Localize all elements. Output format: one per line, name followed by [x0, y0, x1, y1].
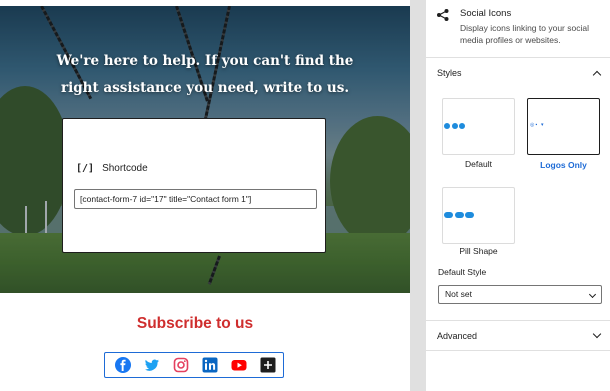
chevron-down-icon — [592, 329, 602, 339]
default-style-value: Not set — [445, 289, 472, 299]
editor-canvas: We're here to help. If you can't find th… — [0, 0, 410, 391]
style-preview-default — [444, 123, 465, 129]
block-card: Social Icons Display icons linking to yo… — [426, 0, 610, 58]
style-preview-pill-shape — [444, 212, 474, 218]
shortcode-block[interactable]: [/] Shortcode [contact-form-7 id="17" ti… — [62, 118, 326, 253]
style-option-logos-only[interactable]: ◎ ▪ ▾ — [527, 98, 600, 155]
chevron-down-icon — [588, 290, 597, 299]
share-icon — [436, 8, 450, 22]
settings-sidebar: Social Icons Display icons linking to yo… — [410, 0, 610, 391]
styles-panel-toggle[interactable]: Styles — [426, 58, 610, 88]
style-label-default: Default — [465, 159, 492, 169]
sidebar-scroll-gutter[interactable] — [410, 0, 425, 391]
cover-heading[interactable]: We're here to help. If you can't find th… — [40, 48, 370, 102]
style-option-pill-shape[interactable] — [442, 187, 515, 244]
styles-panel: Default ◎ ▪ ▾ Logos Only Pill Shape Defaul… — [426, 88, 610, 321]
social-icons-block[interactable] — [104, 352, 284, 378]
shortcode-input[interactable]: [contact-form-7 id="17" title="Contact f… — [74, 189, 317, 209]
block-inspector: Social Icons Display icons linking to yo… — [425, 0, 610, 391]
facebook-icon[interactable] — [115, 357, 131, 373]
style-preview-logos-only: ◎ ▪ ▾ — [530, 122, 544, 128]
style-label-pill-shape: Pill Shape — [459, 246, 498, 256]
add-icon[interactable] — [260, 357, 276, 373]
shortcode-icon: [/] — [76, 163, 95, 174]
youtube-icon[interactable] — [231, 357, 247, 373]
advanced-heading: Advanced — [437, 330, 478, 341]
style-label-logos-only: Logos Only — [540, 160, 587, 170]
default-style-select[interactable]: Not set — [438, 285, 602, 304]
cover-heading-line-2: right assistance you need, write to us. — [60, 80, 350, 96]
advanced-panel-toggle[interactable]: Advanced — [426, 321, 610, 351]
styles-heading: Styles — [437, 68, 462, 78]
block-description: Display icons linking to your social med… — [460, 23, 589, 45]
subscribe-heading[interactable]: Subscribe to us — [0, 315, 390, 333]
chevron-up-icon — [592, 70, 602, 79]
block-title: Social Icons — [460, 8, 512, 19]
cover-heading-line-1: We're here to help. If you can't find th… — [56, 53, 354, 69]
shortcode-label: Shortcode — [102, 163, 148, 174]
style-option-default[interactable] — [442, 98, 515, 155]
instagram-icon[interactable] — [173, 357, 189, 373]
twitter-icon[interactable] — [144, 357, 160, 373]
shortcode-header: [/] Shortcode — [76, 163, 148, 174]
linkedin-icon[interactable] — [202, 357, 218, 373]
default-style-label: Default Style — [438, 267, 487, 277]
